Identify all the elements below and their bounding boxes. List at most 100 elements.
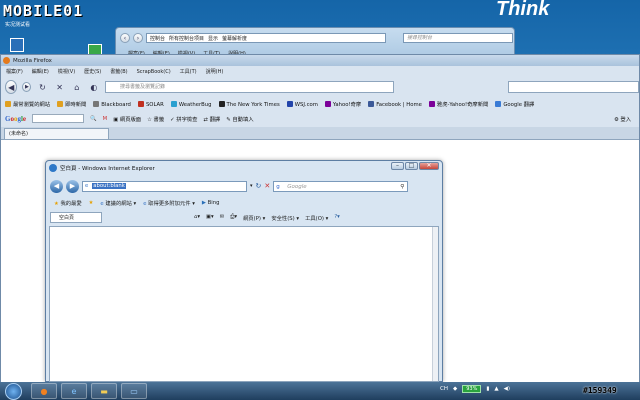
reload-icon[interactable]: ↻ (36, 80, 48, 94)
bookmark-icon (428, 101, 435, 107)
google-g-icon: g (276, 183, 280, 190)
network-icon[interactable]: ▲ (494, 386, 498, 392)
bing-link[interactable]: ▶ Bing (202, 200, 220, 206)
ie-address-input[interactable]: e about:blank (82, 180, 247, 192)
breadcrumb[interactable]: 显示 (208, 35, 218, 42)
bookmark-item[interactable]: 最常瀏覽的網站 (5, 100, 50, 108)
google-search-input[interactable] (32, 114, 85, 123)
close-button[interactable]: ✕ (419, 162, 439, 170)
google-item[interactable]: ⇄ 翻譯 (203, 115, 220, 123)
stop-icon[interactable]: ✕ (264, 182, 270, 190)
bookmark-icon (170, 100, 177, 107)
back-button[interactable]: ◀ (5, 80, 18, 94)
breadcrumb[interactable]: 萤幕解析度 (222, 35, 247, 42)
forward-button[interactable]: ▶ (66, 179, 79, 193)
bookmark-icon (286, 100, 293, 107)
bookmark-label: WeatherBug (178, 101, 212, 108)
google-item[interactable]: ✓ 拼字檢查 (170, 115, 197, 123)
search-icon[interactable]: ⚲ (400, 182, 404, 192)
refresh-icon[interactable]: ↻ (256, 182, 262, 190)
google-item[interactable]: ▣ 網頁版面 (113, 115, 141, 123)
add-favorite-icon[interactable]: ★ (89, 200, 94, 206)
menu-item-tools[interactable]: 工具(T) (180, 68, 197, 75)
bookmark-item[interactable]: WeatherBug (170, 100, 212, 108)
google-item[interactable]: ☆ 書籤 (147, 115, 164, 123)
addon-icon[interactable]: ◐ (88, 80, 100, 94)
breadcrumb[interactable]: 控制台 (150, 35, 165, 42)
language-indicator[interactable]: CH (440, 386, 448, 392)
minimize-button[interactable]: – (391, 162, 404, 170)
star-icon: ★ (54, 200, 59, 207)
tray-icon[interactable]: ◆ (453, 386, 457, 392)
taskbar-folder[interactable]: ▬ (91, 383, 117, 399)
bookmark-icon (495, 101, 502, 107)
start-orb[interactable] (5, 382, 22, 400)
stop-icon[interactable]: ✕ (54, 80, 66, 94)
forward-button[interactable]: › (133, 33, 143, 43)
site-logo: MOBILE01 (3, 2, 84, 20)
firefox-search-input[interactable] (507, 81, 639, 93)
bookmark-item[interactable]: The New York Times (218, 100, 280, 108)
tab-untitled[interactable]: (未命名) (4, 128, 109, 139)
back-button[interactable]: ‹ (120, 33, 130, 43)
safety-menu[interactable]: 安全性(S) ▾ (271, 214, 299, 222)
google-signin[interactable]: ⚙ 登入 (614, 115, 631, 123)
bookmark-item[interactable]: Google 翻譯 (495, 100, 534, 108)
firefox-tab-strip: (未命名) (1, 127, 639, 139)
google-item-label: 書籤 (153, 116, 165, 123)
taskbar-control-panel[interactable]: ▭ (121, 383, 147, 399)
window-controls: – □ ✕ (391, 162, 439, 170)
menu-item-edit[interactable]: 編輯(E) (32, 68, 49, 75)
tab-blank[interactable]: 空白頁 (50, 212, 102, 223)
menu-item-bookmarks[interactable]: 書籤(B) (110, 68, 127, 75)
firefox-url-input[interactable]: 搜尋書籤及瀏覽記錄 (105, 81, 394, 93)
bookmark-item[interactable]: Yahoo!奇摩 (324, 100, 361, 108)
bookmark-item[interactable]: WSJ.com (286, 100, 318, 108)
gmail-icon[interactable]: M (103, 116, 108, 122)
battery-indicator[interactable]: 93% (462, 385, 482, 393)
menu-item-file[interactable]: 檔案(F) (6, 68, 23, 75)
menu-item-history[interactable]: 歷史(S) (84, 68, 101, 75)
google-item[interactable]: ✎ 自動填入 (226, 115, 253, 123)
print-icon[interactable]: ⎙▾ (230, 214, 237, 222)
forward-button[interactable]: ▶ (22, 82, 32, 92)
google-logo: Google (5, 114, 27, 123)
help-icon[interactable]: ?▾ (334, 214, 339, 222)
mail-icon[interactable]: ✉ (220, 214, 224, 222)
home-icon[interactable]: ⌂▾ (194, 214, 200, 222)
tools-menu[interactable]: 工具(O) ▾ (305, 214, 328, 222)
bookmark-item[interactable]: Blackboard (93, 100, 131, 108)
taskbar-firefox[interactable]: ● (31, 383, 57, 399)
power-icon[interactable]: ▮ (486, 386, 489, 392)
suggested-sites-link[interactable]: e 建議的網站 ▾ (100, 199, 136, 207)
bookmark-item[interactable]: Facebook | Home (368, 100, 422, 108)
explorer-search-input[interactable]: 搜尋控制台 (403, 33, 513, 43)
bookmark-icon (57, 101, 64, 107)
breadcrumb[interactable]: 所有控制台项目 (169, 35, 204, 42)
menu-item-view[interactable]: 檢視(V) (58, 68, 75, 75)
page-menu[interactable]: 網頁(P) ▾ (243, 214, 265, 222)
taskbar-internet-explorer[interactable]: e (61, 383, 87, 399)
vertical-scrollbar[interactable] (432, 227, 438, 381)
feeds-icon[interactable]: ▣▾ (206, 214, 214, 222)
ie-search-input[interactable]: g Google ⚲ (273, 180, 409, 192)
bookmark-item[interactable]: 即時新聞 (57, 100, 86, 108)
menu-item-help[interactable]: 說明(H) (206, 68, 224, 75)
bookmark-icon (5, 101, 11, 107)
bookmark-label: Google 翻譯 (503, 102, 535, 108)
bookmark-item[interactable]: SOLAR (137, 100, 164, 108)
desktop-icon[interactable] (10, 38, 24, 52)
google-search-icon[interactable]: 🔍 (90, 116, 97, 122)
home-icon[interactable]: ⌂ (71, 80, 83, 94)
google-toolbar: Google 🔍 M ▣ 網頁版面 ☆ 書籤 ✓ 拼字檢查 ⇄ 翻譯 ✎ 自動填… (1, 112, 639, 125)
bookmark-item[interactable]: 雅虎-Yahoo!奇摩新聞 (428, 100, 488, 108)
maximize-button[interactable]: □ (405, 162, 418, 170)
favorites-button[interactable]: ★ 我的最愛 (54, 199, 82, 207)
volume-icon[interactable]: ◀) (504, 386, 510, 392)
menu-item-scrapbook[interactable]: ScrapBook(C) (137, 69, 171, 75)
back-button[interactable]: ◀ (50, 179, 63, 193)
dropdown-icon[interactable]: ▾ (250, 183, 253, 189)
get-addons-link[interactable]: e 取得更多附加元件 ▾ (143, 199, 195, 207)
explorer-address-bar[interactable]: 控制台 所有控制台项目 显示 萤幕解析度 (146, 33, 386, 43)
ie-icon (49, 164, 57, 172)
